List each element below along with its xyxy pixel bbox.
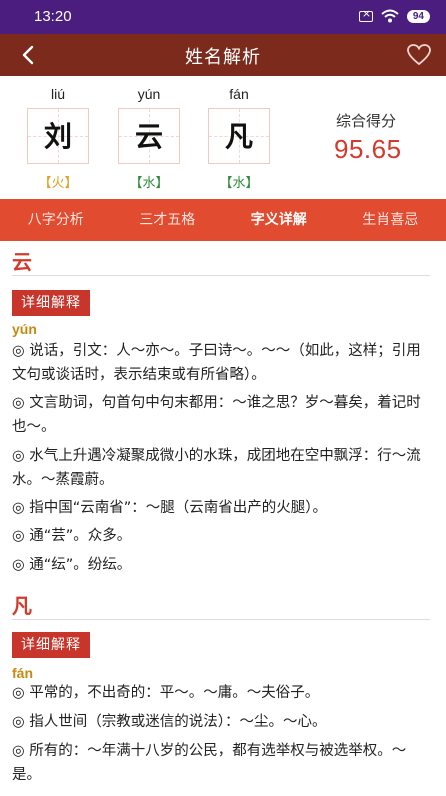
tab-sancai-wuge[interactable]: 三才五格 xyxy=(112,199,224,241)
status-bar: 13:20 94 xyxy=(0,0,446,34)
char-pinyin: liú xyxy=(50,86,65,102)
char-grid: 凡 xyxy=(208,108,270,164)
char-grid: 刘 xyxy=(27,108,89,164)
char-grid: 云 xyxy=(118,108,180,164)
definition-item: ◎ 指人世间（宗教或迷信的说法）：～尘。～心。 xyxy=(12,714,327,730)
section-title: 云 xyxy=(12,250,32,274)
name-char-liu: liú 刘 【火】 xyxy=(25,76,91,191)
char-glyph: 云 xyxy=(134,120,163,153)
name-panel: liú 刘 【火】 yún 云 【水】 fán 凡 【水】 综合得分 95.65 xyxy=(0,76,446,198)
section-divider xyxy=(12,275,430,276)
definition-item: ◎ 通“纭”。纷纭。 xyxy=(12,557,132,573)
content-area: 云 详细解释 yún ◎ 说话，引文：人～亦～。子曰诗～。～～（如此，这样；引用… xyxy=(0,241,446,796)
detail-badge: 详细解释 xyxy=(12,632,90,658)
tab-bazi[interactable]: 八字分析 xyxy=(0,199,112,241)
section-title: 凡 xyxy=(12,594,32,618)
tab-bar: 八字分析 三才五格 字义详解 生肖喜忌 xyxy=(0,199,446,241)
page-title: 姓名解析 xyxy=(185,47,261,68)
section-divider xyxy=(12,619,430,620)
definition-item: ◎ 说话，引文：人～亦～。子曰诗～。～～（如此，这样；引用文句或谈话时，表示结束… xyxy=(12,343,421,383)
name-char-fan: fán 凡 【水】 xyxy=(206,76,272,191)
definition-item: ◎ 文言助词，句首句中句末都用：～谁之思？岁～暮矣，着记时也～。 xyxy=(12,395,421,435)
char-pinyin: fán xyxy=(229,86,249,102)
score-label: 综合得分 xyxy=(336,112,397,130)
tab-character-meaning[interactable]: 字义详解 xyxy=(223,199,335,241)
definition-item: ◎ 所有的：～年满十八岁的公民，都有选举权与被选举权。～是。 xyxy=(12,743,407,783)
wifi-icon xyxy=(381,9,399,23)
char-element: 【水】 xyxy=(219,176,259,191)
char-pinyin: yún xyxy=(137,86,161,102)
char-element: 【火】 xyxy=(38,176,78,191)
battery-indicator: 94 xyxy=(406,9,430,23)
favorite-heart-icon[interactable] xyxy=(406,43,432,67)
app-header: 姓名解析 xyxy=(0,34,446,76)
char-glyph: 刘 xyxy=(43,120,72,153)
status-time: 13:20 xyxy=(34,8,72,25)
detail-badge: 详细解释 xyxy=(12,290,90,316)
status-icons: 94 xyxy=(358,7,430,23)
definition-item: ◎ 水气上升遇冷凝聚成微小的水珠，成团地在空中飘浮：行～流水。～蒸霞蔚。 xyxy=(12,448,421,488)
section-pinyin: fán xyxy=(12,665,33,681)
char-element: 【水】 xyxy=(129,176,169,191)
score-value: 95.65 xyxy=(334,134,402,164)
tab-zodiac[interactable]: 生肖喜忌 xyxy=(335,199,446,241)
definition-item: ◎ 指中国“云南省”：～腿（云南省出产的火腿）。 xyxy=(12,500,328,516)
char-glyph: 凡 xyxy=(224,120,253,153)
no-sim-icon xyxy=(358,7,373,22)
name-char-yun: yún 云 【水】 xyxy=(116,76,182,191)
section-pinyin: yún xyxy=(12,321,37,337)
definition-item: ◎ 通“芸”。众多。 xyxy=(12,528,132,544)
definition-item: ◎ 平常的，不出奇的：平～。～庸。～夫俗子。 xyxy=(12,685,320,701)
